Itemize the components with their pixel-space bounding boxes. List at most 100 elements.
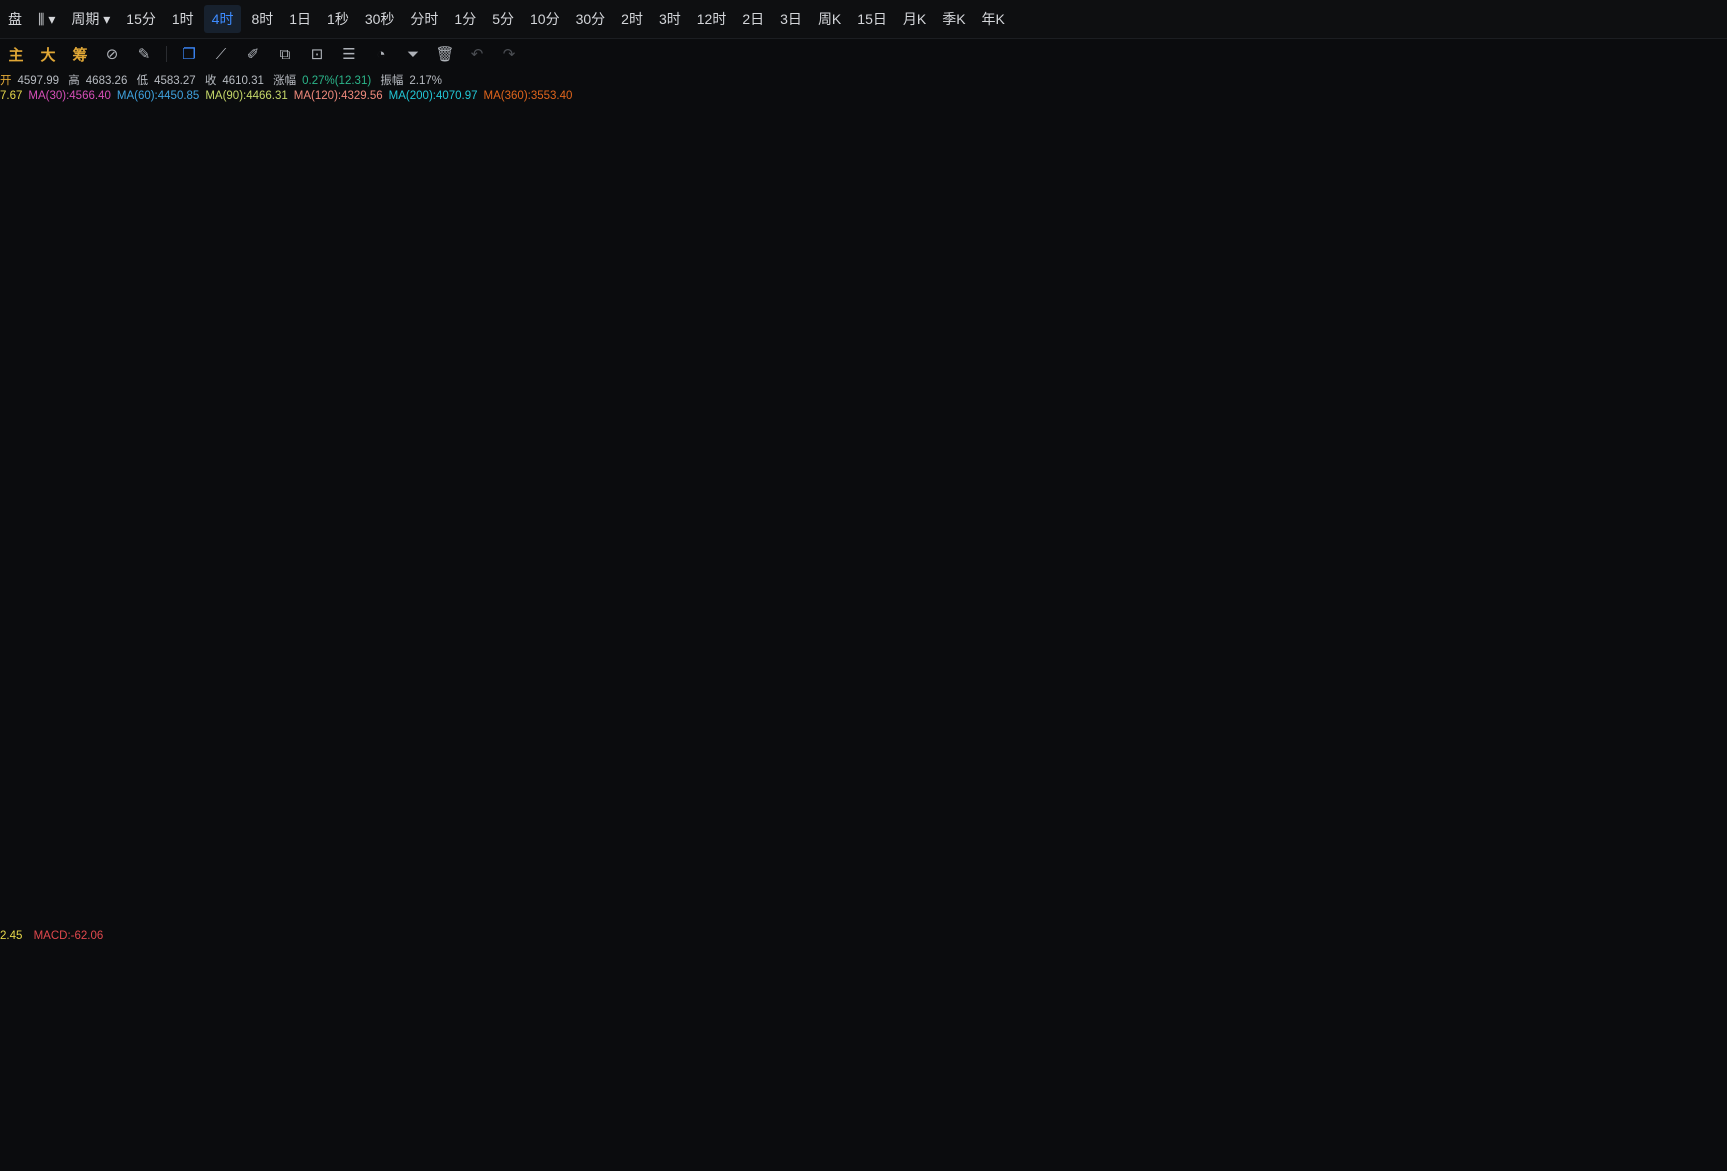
interval-9[interactable]: 5分 <box>484 0 522 38</box>
chart-type-icon[interactable]: ⫼ ▾ <box>30 0 63 38</box>
candle-body <box>821 390 826 412</box>
candle-body <box>1173 447 1178 461</box>
macd-bar <box>1641 1080 1645 1101</box>
price-chart[interactable]: ← 4957.67 ← 4060.00 <box>0 0 1727 1171</box>
candle-body <box>1019 395 1024 417</box>
candles-icon[interactable]: ⧉ <box>269 38 301 70</box>
note-icon[interactable]: ☰ <box>333 38 365 70</box>
candle-body <box>898 387 903 396</box>
interval-17[interactable]: 周K <box>810 0 849 38</box>
interval-18[interactable]: 15日 <box>849 0 895 38</box>
macd-bar <box>986 1080 991 1086</box>
interval-11[interactable]: 30分 <box>568 0 614 38</box>
macd-bar <box>997 1080 1002 1081</box>
drawing-toolbar: 主 大 筹 ⊘ ✎ ❐ ⟋ ✐ ⧉ ⊡ ☰ ◔ ⏷ 🗑 ↶ ↷ <box>0 38 1727 70</box>
macd-bar <box>1514 1044 1519 1080</box>
candle-body <box>1223 442 1227 452</box>
candle-body <box>673 324 677 327</box>
trash-icon[interactable]: 🗑 <box>429 38 461 70</box>
interval-12[interactable]: 2时 <box>613 0 651 38</box>
interval-3[interactable]: 8时 <box>243 0 281 38</box>
interval-2[interactable]: 4时 <box>203 5 242 33</box>
macd-bar <box>1525 1040 1530 1080</box>
interval-7[interactable]: 分时 <box>402 0 446 38</box>
candle-body <box>931 419 936 425</box>
candle-body <box>1360 423 1365 441</box>
macd-bar <box>398 1007 402 1080</box>
macd-bar <box>1322 1070 1326 1080</box>
candle-body <box>986 435 991 437</box>
macd-bar <box>1283 1075 1288 1080</box>
macd-legend: 2.45 MACD:-62.06 <box>0 930 111 942</box>
candle-body <box>238 522 243 526</box>
redo-icon[interactable]: ↷ <box>493 38 525 70</box>
macd-bar <box>508 1057 512 1080</box>
candle-body <box>392 325 397 387</box>
macd-bar <box>1311 1071 1315 1080</box>
ma-line-60 <box>0 329 1673 506</box>
brush-icon[interactable]: ✐ <box>237 38 269 70</box>
ruler-icon[interactable]: ⟋ <box>205 38 237 70</box>
market-label[interactable]: 盘 <box>0 0 30 38</box>
undo-icon[interactable]: ↶ <box>461 38 493 70</box>
interval-19[interactable]: 月K <box>895 0 934 38</box>
interval-8[interactable]: 1分 <box>446 0 484 38</box>
tool-large[interactable]: 大 <box>32 38 64 70</box>
macd-bar <box>1503 1048 1508 1080</box>
candle-body <box>183 428 188 449</box>
macd-bar <box>1410 1064 1414 1080</box>
macd-bar <box>502 1050 507 1080</box>
interval-20[interactable]: 季K <box>934 0 973 38</box>
period-dropdown[interactable]: 周期 ▾ <box>63 0 118 38</box>
interval-16[interactable]: 3日 <box>772 0 810 38</box>
macd-bar <box>425 983 430 1080</box>
macd-bar <box>915 1072 919 1080</box>
candle-body <box>1547 252 1552 255</box>
pen-settings-icon[interactable]: ✎ <box>128 38 160 70</box>
interval-1[interactable]: 1时 <box>164 0 202 38</box>
interval-14[interactable]: 12时 <box>689 0 735 38</box>
macd-bar <box>1146 1080 1150 1091</box>
tool-main[interactable]: 主 <box>0 38 32 70</box>
macd-bar <box>1201 1080 1205 1092</box>
candle-body <box>365 458 369 462</box>
macd-bar <box>1195 1080 1200 1093</box>
candle-body <box>1107 408 1112 413</box>
ohlc-readout: 开 4597.99 高 4683.26 低 4583.27 收 4610.31 涨幅 0.… <box>0 72 448 88</box>
interval-5[interactable]: 1秒 <box>319 0 357 38</box>
candle-body <box>629 313 633 323</box>
magnet-icon[interactable]: ◔ <box>365 38 397 70</box>
candle-body <box>288 474 292 495</box>
indicator-icon[interactable]: ⊘ <box>96 38 128 70</box>
ma-line-360 <box>404 529 1673 885</box>
macd-bar <box>827 1080 831 1098</box>
interval-4[interactable]: 1日 <box>281 0 319 38</box>
macd-bar <box>2 1080 6 1151</box>
interval-13[interactable]: 3时 <box>651 0 689 38</box>
copy-layout-icon[interactable]: ❐ <box>173 38 205 70</box>
macd-bar <box>1234 1080 1238 1086</box>
interval-15[interactable]: 2日 <box>734 0 772 38</box>
interval-10[interactable]: 10分 <box>522 0 568 38</box>
macd-bar <box>189 1080 193 1113</box>
interval-6[interactable]: 30秒 <box>357 0 403 38</box>
filter-icon[interactable]: ⏷ <box>397 38 429 70</box>
candle-body <box>480 198 485 204</box>
candle-body <box>1239 456 1244 459</box>
macd-bar <box>431 987 435 1080</box>
interval-21[interactable]: 年K <box>974 0 1013 38</box>
interval-0[interactable]: 15分 <box>118 0 164 38</box>
tool-chips[interactable]: 筹 <box>64 38 96 70</box>
candle-body <box>717 374 721 384</box>
candle-body <box>502 208 507 216</box>
macd-bar <box>260 1080 265 1119</box>
candle-body <box>1305 435 1310 451</box>
candle-body <box>1184 448 1189 461</box>
macd-bar <box>172 1080 177 1112</box>
candle-body <box>211 476 215 483</box>
macd-bar <box>673 1080 677 1084</box>
candle-body <box>1564 237 1568 239</box>
ma-legend: 7.67 MA(30):4566.40 MA(60):4450.85 MA(90):4… <box>0 90 578 102</box>
lock-icon[interactable]: ⊡ <box>301 38 333 70</box>
macd-bar <box>1300 1072 1304 1080</box>
